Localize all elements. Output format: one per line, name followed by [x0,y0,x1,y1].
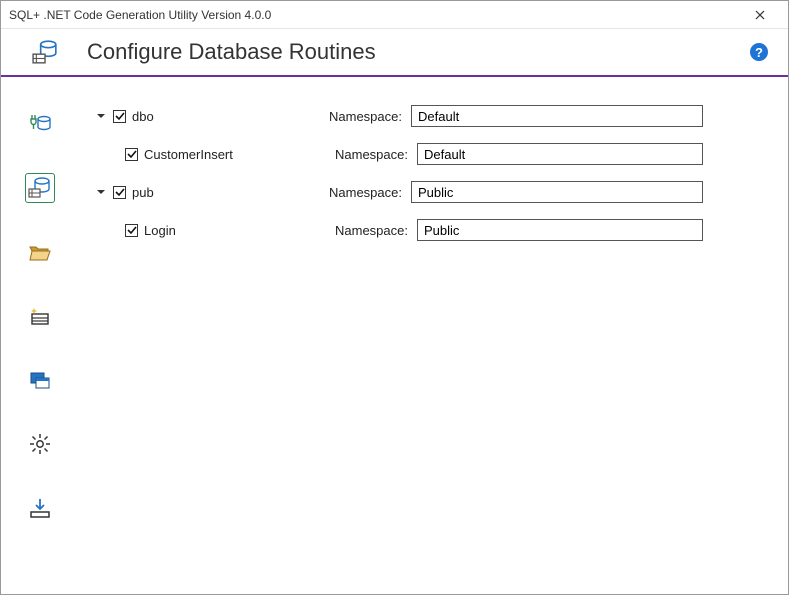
namespace-input-customerinsert[interactable] [417,143,703,165]
nav-build[interactable] [25,365,55,395]
window-title: SQL+ .NET Code Generation Utility Versio… [9,8,271,22]
windows-icon [28,368,52,392]
check-icon [115,111,125,121]
gear-icon [28,432,52,456]
routines-tree: dbo Namespace: CustomerInsert Namespace: [79,77,788,596]
nav-connect[interactable] [25,109,55,139]
namespace-input-dbo[interactable] [411,105,703,127]
plug-database-icon [28,112,52,136]
nav-routines[interactable] [25,173,55,203]
page-title: Configure Database Routines [87,39,376,65]
help-button[interactable]: ? [750,43,768,61]
namespace-input-pub[interactable] [411,181,703,203]
download-icon [28,496,52,520]
checkbox-pub[interactable] [113,186,126,199]
checkbox-dbo[interactable] [113,110,126,123]
expander-dbo[interactable] [95,110,107,122]
chevron-down-icon [96,111,106,121]
namespace-input-login[interactable] [417,219,703,241]
checkbox-login[interactable] [125,224,138,237]
titlebar: SQL+ .NET Code Generation Utility Versio… [1,1,788,29]
namespace-label: Namespace: [335,147,417,162]
namespace-pair: Namespace: [321,105,703,127]
namespace-pair: Namespace: [327,219,703,241]
nav-download[interactable] [25,493,55,523]
namespace-pair: Namespace: [321,181,703,203]
check-icon [127,149,137,159]
check-icon [127,225,137,235]
nav-folder[interactable] [25,237,55,267]
folder-open-icon [28,240,52,264]
header: Configure Database Routines ? [1,29,788,77]
routine-row-customerinsert: CustomerInsert Namespace: [89,139,748,169]
close-button[interactable] [740,1,780,29]
namespace-label: Namespace: [335,223,417,238]
chevron-down-icon [96,187,106,197]
nav-options[interactable] [25,301,55,331]
close-icon [755,10,765,20]
check-icon [115,187,125,197]
sidebar [1,77,79,596]
routine-row-login: Login Namespace: [89,215,748,245]
nav-settings[interactable] [25,429,55,459]
routine-label: CustomerInsert [144,147,233,162]
schema-row-pub: pub Namespace: [89,177,748,207]
schema-row-dbo: dbo Namespace: [89,101,748,131]
body: dbo Namespace: CustomerInsert Namespace: [1,77,788,596]
list-sparkle-icon [28,304,52,328]
schema-label: dbo [132,109,154,124]
namespace-label: Namespace: [329,109,411,124]
database-table-icon [28,176,52,200]
namespace-pair: Namespace: [327,143,703,165]
routine-label: Login [144,223,176,238]
schema-label: pub [132,185,154,200]
database-routines-icon [31,38,59,66]
namespace-label: Namespace: [329,185,411,200]
expander-pub[interactable] [95,186,107,198]
checkbox-customerinsert[interactable] [125,148,138,161]
